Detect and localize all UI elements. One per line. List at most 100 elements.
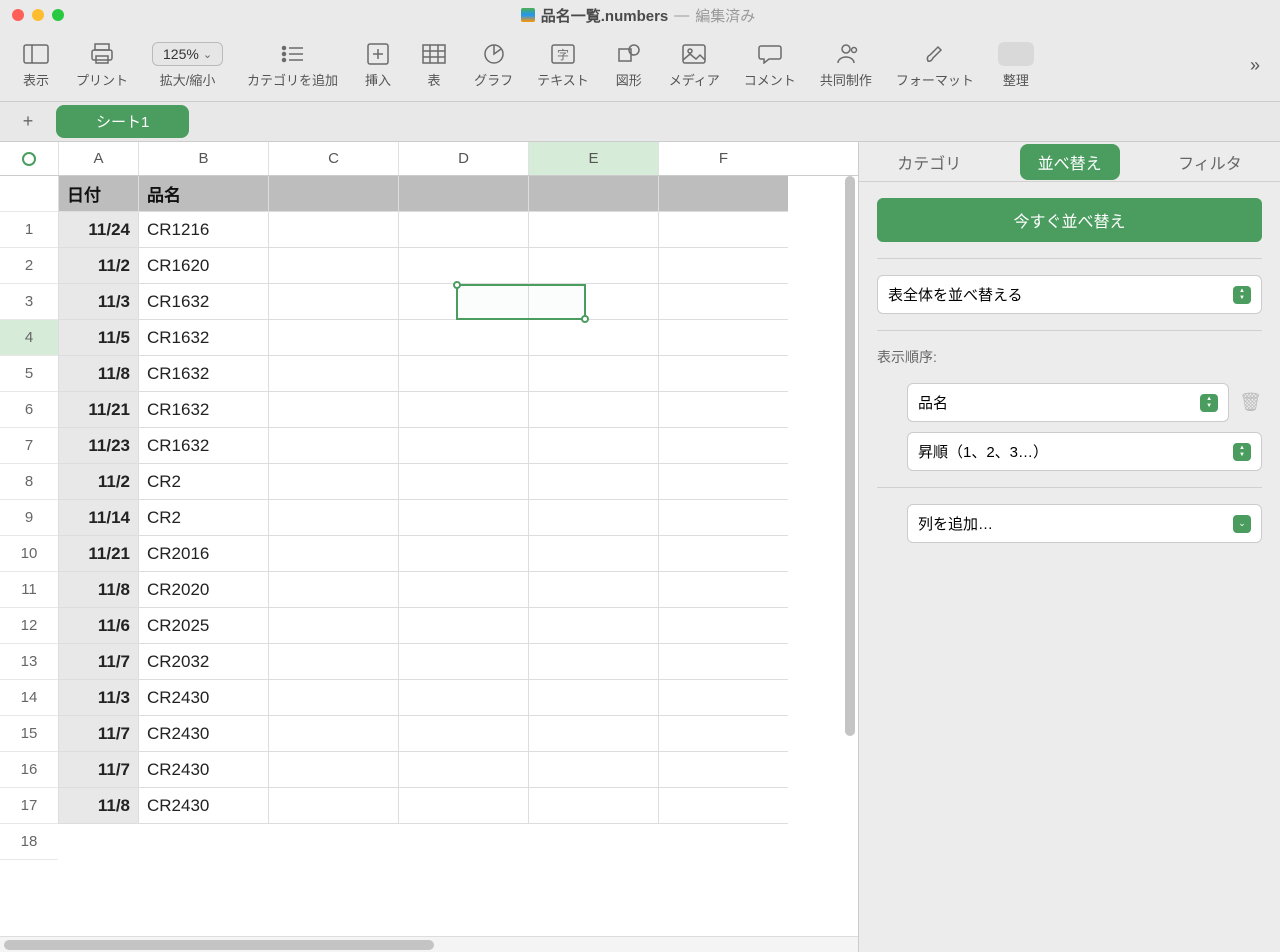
cell[interactable] [398, 716, 528, 752]
cell[interactable] [528, 248, 658, 284]
cell[interactable] [658, 212, 788, 248]
row-header[interactable]: 17 [0, 788, 58, 824]
row-header-blank[interactable] [0, 176, 58, 212]
cell-date[interactable]: 11/24 [58, 212, 138, 248]
cell[interactable] [528, 428, 658, 464]
shape-button[interactable]: 図形 [601, 42, 657, 89]
cell[interactable] [268, 356, 398, 392]
cell[interactable] [528, 212, 658, 248]
cell[interactable] [528, 752, 658, 788]
cell-name[interactable]: CR2 [138, 464, 268, 500]
col-header-f[interactable]: F [658, 142, 788, 175]
add-sheet-button[interactable]: + [0, 111, 56, 132]
cell-name[interactable]: CR1632 [138, 356, 268, 392]
cell[interactable] [528, 392, 658, 428]
row-header[interactable]: 2 [0, 248, 58, 284]
cell[interactable] [658, 500, 788, 536]
cell-name[interactable]: CR2430 [138, 716, 268, 752]
row-header[interactable]: 5 [0, 356, 58, 392]
cell[interactable] [528, 284, 658, 320]
cell[interactable] [398, 500, 528, 536]
cell-date[interactable]: 11/8 [58, 572, 138, 608]
cell-name[interactable]: CR1632 [138, 320, 268, 356]
cell-date[interactable]: 11/7 [58, 752, 138, 788]
row-header[interactable]: 9 [0, 500, 58, 536]
cell[interactable] [528, 356, 658, 392]
cell[interactable] [528, 320, 658, 356]
toolbar-overflow[interactable]: » [1238, 55, 1272, 76]
row-header[interactable]: 11 [0, 572, 58, 608]
row-header[interactable]: 6 [0, 392, 58, 428]
table-corner[interactable] [0, 142, 58, 175]
header-cell-date[interactable]: 日付 [58, 176, 138, 212]
row-header[interactable]: 14 [0, 680, 58, 716]
col-header-c[interactable]: C [268, 142, 398, 175]
cell[interactable] [658, 428, 788, 464]
header-cell[interactable] [398, 176, 528, 212]
insert-button[interactable]: 挿入 [350, 42, 406, 89]
cell-name[interactable]: CR1632 [138, 428, 268, 464]
row-header[interactable]: 15 [0, 716, 58, 752]
cell[interactable] [268, 464, 398, 500]
cell[interactable] [658, 644, 788, 680]
minimize-button[interactable] [32, 9, 44, 21]
cell[interactable] [528, 608, 658, 644]
cell[interactable] [268, 536, 398, 572]
zoom-select[interactable]: 125%⌄ [152, 42, 223, 66]
row-header[interactable]: 1 [0, 212, 58, 248]
cell-date[interactable]: 11/6 [58, 608, 138, 644]
cell-name[interactable]: CR2430 [138, 680, 268, 716]
cell[interactable] [658, 572, 788, 608]
cell[interactable] [658, 536, 788, 572]
cell[interactable] [658, 320, 788, 356]
cell[interactable] [398, 752, 528, 788]
cell[interactable] [268, 644, 398, 680]
col-header-d[interactable]: D [398, 142, 528, 175]
close-button[interactable] [12, 9, 24, 21]
row-header[interactable]: 13 [0, 644, 58, 680]
row-header[interactable]: 12 [0, 608, 58, 644]
cell[interactable] [268, 212, 398, 248]
cell[interactable] [658, 752, 788, 788]
cell[interactable] [268, 320, 398, 356]
cell[interactable] [398, 536, 528, 572]
row-header[interactable]: 8 [0, 464, 58, 500]
col-header-a[interactable]: A [58, 142, 138, 175]
cell-date[interactable]: 11/5 [58, 320, 138, 356]
cell-date[interactable]: 11/14 [58, 500, 138, 536]
cell[interactable] [528, 500, 658, 536]
add-column-select[interactable]: 列を追加… ⌄ [907, 504, 1262, 543]
cell-date[interactable]: 11/3 [58, 284, 138, 320]
sort-direction-select[interactable]: 昇順（1、2、3…） [907, 432, 1262, 471]
chart-button[interactable]: グラフ [462, 42, 525, 89]
col-header-b[interactable]: B [138, 142, 268, 175]
cell[interactable] [268, 608, 398, 644]
cell[interactable] [268, 500, 398, 536]
vertical-scrollbar[interactable] [842, 176, 858, 876]
row-header[interactable]: 18 [0, 824, 58, 860]
cell-date[interactable]: 11/2 [58, 248, 138, 284]
zoom-button[interactable] [52, 9, 64, 21]
row-header[interactable]: 16 [0, 752, 58, 788]
header-cell[interactable] [268, 176, 398, 212]
cell-name[interactable]: CR2016 [138, 536, 268, 572]
cell[interactable] [528, 644, 658, 680]
cell[interactable] [398, 608, 528, 644]
cell-name[interactable]: CR2 [138, 500, 268, 536]
row-header[interactable]: 10 [0, 536, 58, 572]
cell-name[interactable]: CR1632 [138, 392, 268, 428]
header-cell[interactable] [658, 176, 788, 212]
cell-name[interactable]: CR2020 [138, 572, 268, 608]
cell[interactable] [658, 788, 788, 824]
row-header[interactable]: 3 [0, 284, 58, 320]
cell[interactable] [398, 212, 528, 248]
cell[interactable] [528, 788, 658, 824]
cell[interactable] [398, 320, 528, 356]
cell[interactable] [658, 356, 788, 392]
cell-name[interactable]: CR2430 [138, 788, 268, 824]
cell[interactable] [268, 716, 398, 752]
cell-date[interactable]: 11/2 [58, 464, 138, 500]
cell[interactable] [268, 392, 398, 428]
cell[interactable] [398, 644, 528, 680]
cell[interactable] [398, 464, 528, 500]
